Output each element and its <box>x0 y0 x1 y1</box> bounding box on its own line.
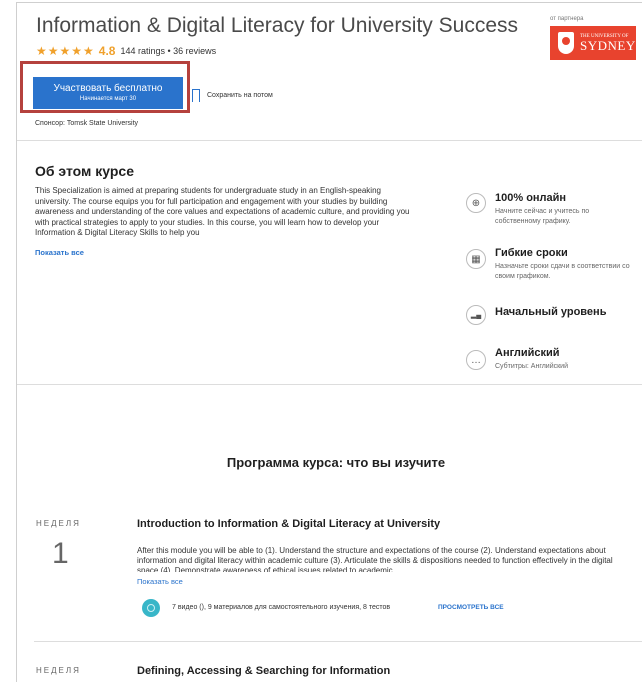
week-meta: 7 видео (), 9 материалов для самостоятел… <box>172 604 391 611</box>
week-show-all-link[interactable]: Показать все <box>137 577 183 586</box>
week-label: НЕДЕЛЯ <box>36 666 81 675</box>
partner-logo-name: SYDNEY <box>580 38 636 53</box>
rating-stars-icon: ★★★★★ <box>36 44 95 58</box>
course-title: Information & Digital Literacy for Unive… <box>36 14 519 37</box>
divider <box>17 384 642 385</box>
about-show-all-link[interactable]: Показать все <box>35 248 84 257</box>
calendar-icon: ▦ <box>466 249 486 269</box>
enroll-button[interactable]: Участвовать бесплатно Начинается март 30 <box>33 77 183 109</box>
feature-language-sub: Субтитры: Английский <box>495 363 569 370</box>
university-crest-icon <box>558 32 574 54</box>
feature-deadlines-title: Гибкие сроки <box>495 247 568 259</box>
feature-online-title: 100% онлайн <box>495 192 567 204</box>
globe-icon: ⊕ <box>466 193 486 213</box>
week-title: Defining, Accessing & Searching for Info… <box>137 665 391 677</box>
divider <box>34 641 642 642</box>
feature-language-title: Английский <box>495 347 560 359</box>
week-module-icon <box>142 599 160 617</box>
save-later-link[interactable]: Сохранить на потом <box>207 92 273 99</box>
about-title: Об этом курсе <box>35 163 134 179</box>
partner-logo[interactable]: THE UNIVERSITY OF SYDNEY <box>550 26 636 60</box>
partner-label: от партнера <box>550 16 584 22</box>
speech-icon: … <box>466 350 486 370</box>
week-number: 1 <box>52 537 69 570</box>
feature-deadlines-sub: Назначьте сроки сдачи в соответствии со … <box>495 263 630 280</box>
enroll-start-date: Начинается март 30 <box>79 96 137 102</box>
feature-level-title: Начальный уровень <box>495 306 607 318</box>
rating-row: ★★★★★ 4.8 144 ratings • 36 reviews <box>36 44 216 58</box>
bookmark-icon[interactable] <box>192 89 200 102</box>
week-view-all-link[interactable]: ПРОСМОТРЕТЬ ВСЕ <box>438 604 504 611</box>
level-icon: ▂▄ <box>466 305 486 325</box>
sponsor-text: Спонсор: Tomsk State University <box>35 120 139 127</box>
about-text: This Specialization is aimed at preparin… <box>35 186 410 237</box>
program-title: Программа курса: что вы изучите <box>226 455 446 470</box>
divider <box>17 140 642 141</box>
feature-online-sub: Начните сейчас и учитесь по собственному… <box>495 208 590 225</box>
ratings-count[interactable]: 144 ratings • 36 reviews <box>120 46 216 56</box>
week-title: Introduction to Information & Digital Li… <box>137 518 441 530</box>
rating-score: 4.8 <box>98 44 116 58</box>
enroll-button-label: Участвовать бесплатно <box>53 83 163 94</box>
week-description: After this module you will be able to (1… <box>137 546 613 572</box>
week-label: НЕДЕЛЯ <box>36 519 81 528</box>
